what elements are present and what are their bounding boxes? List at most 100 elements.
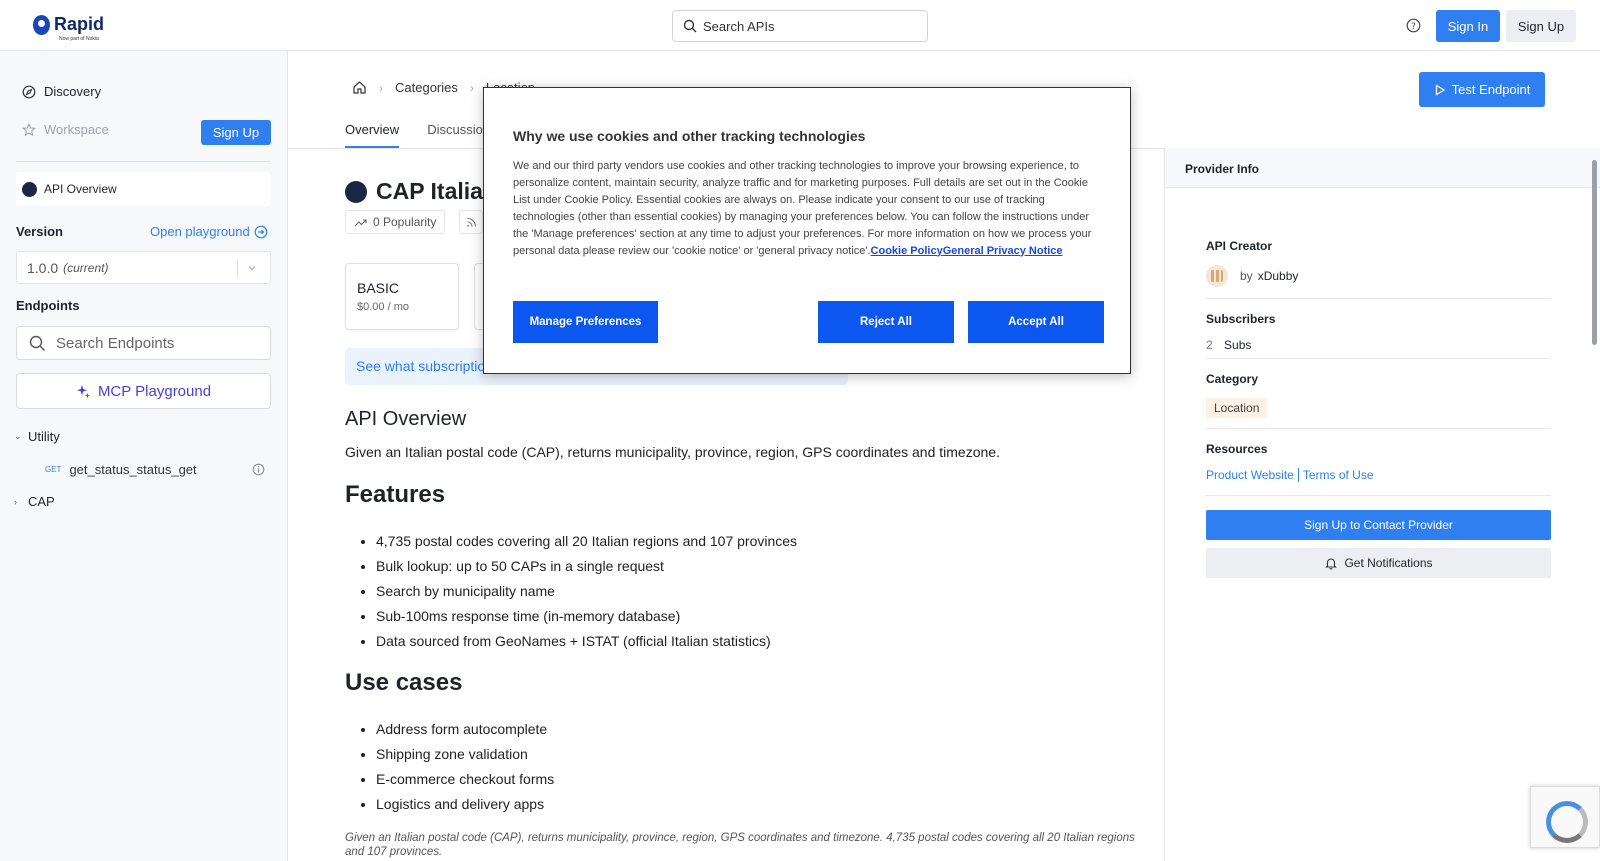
recaptcha-badge[interactable] (1530, 786, 1600, 848)
search-endpoints-placeholder: Search Endpoints (56, 334, 175, 352)
privacy-notice-link[interactable]: General Privacy Notice (943, 245, 1063, 257)
list-item: Logistics and delivery apps (376, 792, 554, 817)
tab-overview[interactable]: Overview (345, 110, 400, 148)
discovery-label: Discovery (44, 84, 102, 99)
chevron-right-icon: › (469, 80, 474, 95)
api-overview-text: Given an Italian postal code (CAP), retu… (345, 444, 1000, 460)
plan-card-basic[interactable]: BASIC $0.00 / mo (345, 263, 459, 330)
see-subscription-label: See what subscription (356, 358, 493, 374)
api-title-row: CAP Italia (345, 178, 483, 205)
subscribers-number: 2 (1206, 338, 1213, 352)
svg-text:?: ? (1411, 22, 1416, 32)
subscribers-unit: Subs (1224, 338, 1252, 352)
resource-links: Product Website Terms of Use (1206, 468, 1374, 482)
scrollbar-thumb[interactable] (1592, 160, 1597, 345)
bell-icon (1325, 558, 1338, 570)
compass-icon (22, 85, 36, 98)
mcp-playground-label: MCP Playground (97, 382, 212, 400)
category-heading: Category (1206, 372, 1259, 386)
chevron-down-icon (248, 266, 256, 271)
reject-all-button[interactable]: Reject All (818, 301, 954, 343)
api-logo-icon (22, 181, 37, 197)
top-bar: Rapid Now part of Nokia Search APIs ? Si… (0, 0, 1600, 51)
provider-info-panel: Provider Info API Creator by xDubby Subs… (1164, 148, 1600, 861)
divider (1206, 495, 1551, 496)
contact-provider-button[interactable]: Sign Up to Contact Provider (1206, 510, 1551, 540)
endpoints-heading: Endpoints (16, 298, 80, 313)
endpoint-get-status[interactable]: GET get_status_status_get (45, 462, 271, 477)
sidebar-divider (16, 161, 271, 162)
info-icon[interactable] (252, 463, 265, 476)
sign-in-button[interactable]: Sign In (1436, 10, 1500, 42)
breadcrumb-categories[interactable]: Categories (395, 80, 458, 95)
open-playground-link[interactable]: Open playground (150, 224, 268, 239)
list-item: Address form autocomplete (376, 717, 554, 742)
help-icon[interactable]: ? (1406, 18, 1421, 33)
terms-of-use-link[interactable]: Terms of Use (1303, 468, 1374, 482)
manage-preferences-button[interactable]: Manage Preferences (513, 301, 658, 343)
api-creator[interactable]: by xDubby (1206, 265, 1298, 287)
workspace-label: Workspace (44, 122, 109, 137)
sign-up-button[interactable]: Sign Up (1506, 10, 1576, 42)
provider-info-header: Provider Info (1165, 148, 1600, 188)
avatar (1206, 265, 1228, 287)
mcp-playground-button[interactable]: MCP Playground (16, 373, 271, 409)
category-badge[interactable]: Location (1206, 398, 1268, 418)
footnote-text: Given an Italian postal code (CAP), retu… (345, 832, 1135, 858)
rapid-logo[interactable]: Rapid Now part of Nokia (33, 14, 105, 42)
version-select[interactable]: 1.0.0 (current) (16, 251, 271, 284)
rss-badge[interactable] (459, 210, 483, 234)
logo-text: Rapid (54, 14, 105, 34)
creator-by-label: by (1240, 269, 1253, 283)
rapid-logo-icon (33, 15, 50, 35)
subscribers-heading: Subscribers (1206, 312, 1276, 326)
search-endpoints-input[interactable]: Search Endpoints (16, 326, 271, 360)
group-cap[interactable]: › CAP (14, 494, 55, 509)
list-item: Shipping zone validation (376, 742, 554, 767)
star-icon (22, 122, 36, 136)
search-icon (683, 19, 697, 33)
api-overview-heading: API Overview (345, 408, 467, 430)
divider (1206, 428, 1551, 429)
popularity-badge: 0 Popularity (345, 210, 446, 234)
subscribers-count: 2 Subs (1206, 338, 1251, 352)
search-apis-input[interactable]: Search APIs (672, 10, 928, 42)
plan-name: BASIC (357, 280, 400, 296)
chevron-right-icon: › (14, 496, 17, 507)
sidebar: Discovery Workspace Sign Up API Overview… (0, 51, 288, 861)
group-utility[interactable]: ⌄ Utility (14, 429, 60, 444)
play-icon (1435, 83, 1445, 96)
accept-all-button[interactable]: Accept All (968, 301, 1104, 343)
endpoint-name: get_status_status_get (69, 462, 197, 477)
divider (1206, 358, 1551, 359)
list-item: E-commerce checkout forms (376, 767, 554, 792)
chevron-down-icon: ⌄ (14, 431, 22, 441)
list-item: Data sourced from GeoNames + ISTAT (offi… (376, 629, 797, 654)
features-heading: Features (345, 481, 446, 508)
test-endpoint-button[interactable]: Test Endpoint (1419, 72, 1545, 107)
list-item: Bulk lookup: up to 50 CAPs in a single r… (376, 554, 797, 579)
method-badge: GET (45, 465, 62, 474)
sidebar-item-api-overview[interactable]: API Overview (16, 172, 271, 206)
link-separator (1297, 468, 1299, 482)
get-notifications-button[interactable]: Get Notifications (1206, 548, 1551, 578)
select-separator (237, 260, 238, 276)
sidebar-item-workspace[interactable]: Workspace (22, 122, 109, 137)
search-icon (29, 335, 45, 351)
product-website-link[interactable]: Product Website (1206, 468, 1294, 482)
use-cases-list: Address form autocomplete Shipping zone … (376, 717, 554, 817)
features-list: 4,735 postal codes covering all 20 Itali… (376, 529, 797, 654)
api-overview-label: API Overview (44, 182, 117, 196)
divider (1206, 298, 1551, 299)
get-notifications-label: Get Notifications (1344, 556, 1433, 570)
sidebar-item-discovery[interactable]: Discovery (22, 84, 101, 99)
home-icon[interactable] (352, 80, 367, 95)
resources-heading: Resources (1206, 442, 1268, 456)
sparkle-icon (76, 384, 90, 398)
sidebar-sign-up-button[interactable]: Sign Up (201, 120, 271, 145)
cookie-policy-link[interactable]: Cookie Policy (871, 245, 943, 257)
cookie-body: We and our third party vendors use cooki… (513, 158, 1105, 259)
api-creator-heading: API Creator (1206, 239, 1273, 253)
list-item: 4,735 postal codes covering all 20 Itali… (376, 529, 797, 554)
version-heading: Version (16, 224, 63, 239)
